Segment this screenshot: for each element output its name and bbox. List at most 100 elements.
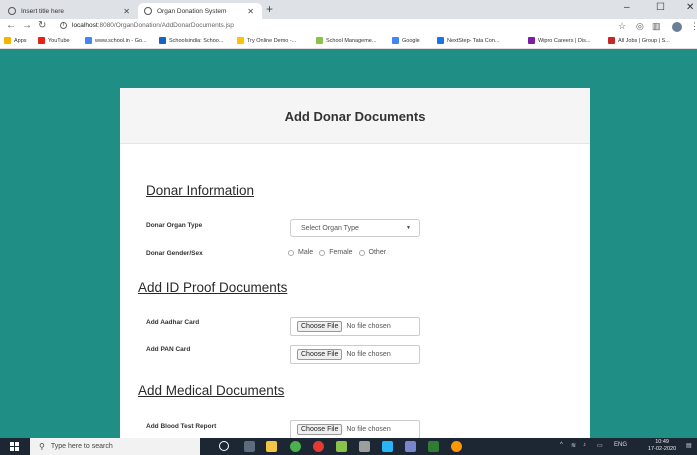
nextstep-icon xyxy=(437,37,444,44)
blood-test-file-input[interactable]: Choose File No file chosen xyxy=(290,420,420,439)
gender-label: Donar Gender/Sex xyxy=(146,250,203,257)
google-icon xyxy=(85,37,92,44)
browser-tab-bar: Insert title here ✕ Organ Donation Syste… xyxy=(0,0,697,19)
app-icon[interactable] xyxy=(451,441,462,452)
cortana-icon[interactable] xyxy=(219,441,229,451)
url-host: localhost xyxy=(72,22,98,29)
forward-icon[interactable]: → xyxy=(22,20,32,31)
tab-insert-title[interactable]: Insert title here ✕ xyxy=(2,3,138,19)
file-status: No file chosen xyxy=(346,323,391,330)
bookmark-label: Wipro Careers | Dis... xyxy=(538,37,591,44)
apps-grid-icon xyxy=(4,37,11,44)
demo-icon xyxy=(237,37,244,44)
radio-circle[interactable] xyxy=(288,249,294,256)
bookmark-label: www.school.in - Go... xyxy=(95,37,147,44)
bookmark-label: Try Online Demo -... xyxy=(247,37,297,44)
opera-icon[interactable] xyxy=(313,441,324,452)
schoolsindia-icon xyxy=(159,37,166,44)
close-window-icon[interactable]: ✕ xyxy=(686,2,694,13)
tab-label: Insert title here xyxy=(21,7,64,15)
bookmark-school-management[interactable]: School Manageme... xyxy=(316,37,376,44)
app-icon[interactable] xyxy=(359,441,370,452)
gender-other-radio[interactable]: Other xyxy=(358,249,387,256)
radio-circle[interactable] xyxy=(319,249,326,256)
chevron-down-icon: ▼ xyxy=(406,225,411,231)
bookmark-apps[interactable]: Apps xyxy=(4,37,27,44)
bookmark-demo[interactable]: Try Online Demo -... xyxy=(237,37,296,44)
maximize-icon[interactable]: ☐ xyxy=(656,2,665,13)
clock-time: 10:49 xyxy=(655,439,669,445)
search-placeholder: Type here to search xyxy=(50,443,113,450)
back-icon[interactable]: ← xyxy=(6,20,16,31)
tab-label: Organ Donation System xyxy=(157,7,227,15)
gender-male-radio[interactable]: Male xyxy=(288,249,313,256)
new-tab-button[interactable]: + xyxy=(266,2,273,16)
aadhar-file-input[interactable]: Choose File No file chosen xyxy=(290,317,420,336)
bookmark-label: Apps xyxy=(14,37,27,44)
google-icon xyxy=(392,37,399,44)
task-view-icon[interactable] xyxy=(244,441,255,452)
notifications-icon[interactable]: ▤ xyxy=(686,442,692,449)
radio-circle[interactable] xyxy=(358,249,365,256)
close-tab-icon[interactable]: ✕ xyxy=(247,7,254,16)
star-icon[interactable]: ☆ xyxy=(618,21,626,32)
bookmark-label: YouTube xyxy=(48,37,70,44)
choose-file-button[interactable]: Choose File xyxy=(297,424,343,435)
gender-female-radio[interactable]: Female xyxy=(319,249,353,256)
network-icon[interactable]: ≋ xyxy=(571,442,576,449)
globe-icon xyxy=(8,7,16,15)
app-icon[interactable] xyxy=(336,441,347,452)
extension-icon[interactable]: ▥ xyxy=(652,21,661,32)
taskbar-clock[interactable]: 10:49 17-02-2020 xyxy=(648,439,676,453)
excel-icon[interactable] xyxy=(428,441,439,452)
windows-start-icon[interactable] xyxy=(10,442,19,451)
reload-icon[interactable]: ↻ xyxy=(38,20,46,31)
file-explorer-icon[interactable] xyxy=(266,441,277,452)
blood-test-label: Add Blood Test Report xyxy=(146,423,217,430)
minimize-icon[interactable]: – xyxy=(624,2,630,13)
bookmark-label: NextStep- Tata Con... xyxy=(447,37,500,44)
url-field[interactable]: i localhost:8080/OrganDonation/AddDonarD… xyxy=(60,22,234,29)
url-path: :8080/OrganDonation/AddDonarDocuments.js… xyxy=(97,22,234,29)
tab-organ-donation[interactable]: Organ Donation System ✕ xyxy=(138,3,262,19)
file-status: No file chosen xyxy=(346,351,391,358)
file-status: No file chosen xyxy=(346,426,391,433)
search-icon: ⚲ xyxy=(39,442,45,451)
close-tab-icon[interactable]: ✕ xyxy=(123,7,130,16)
bookmark-label: All Jobs | Group | S... xyxy=(618,37,670,44)
extension-icon[interactable]: ◎ xyxy=(636,21,644,32)
bookmark-all-jobs[interactable]: All Jobs | Group | S... xyxy=(608,37,670,44)
app-icon[interactable] xyxy=(382,441,393,452)
choose-file-button[interactable]: Choose File xyxy=(297,321,343,332)
bookmark-google[interactable]: Google xyxy=(392,37,420,44)
bookmark-schoolsindia[interactable]: Schoolsindia: Schoo... xyxy=(159,37,223,44)
radio-label: Female xyxy=(329,249,353,256)
choose-file-button[interactable]: Choose File xyxy=(297,349,343,360)
radio-label: Other xyxy=(368,249,387,256)
globe-icon xyxy=(144,7,152,15)
taskbar-search[interactable]: ⚲ Type here to search xyxy=(30,438,200,455)
page-title: Add Donar Documents xyxy=(284,108,426,124)
donar-documents-card: Add Donar Documents Donar Information Do… xyxy=(120,88,590,439)
organ-type-label: Donar Organ Type xyxy=(146,222,203,229)
bookmark-wipro[interactable]: Wipro Careers | Dis... xyxy=(528,37,590,44)
bookmark-youtube[interactable]: YouTube xyxy=(38,37,70,44)
volume-icon[interactable]: ♪ xyxy=(583,442,586,448)
bookmark-nextstep[interactable]: NextStep- Tata Con... xyxy=(437,37,499,44)
bookmark-label: School Manageme... xyxy=(326,37,377,44)
info-icon[interactable]: i xyxy=(60,22,67,29)
organ-type-select[interactable]: Select Organ Type ▼ xyxy=(290,219,420,237)
radio-label: Male xyxy=(298,249,314,256)
battery-icon[interactable]: ▭ xyxy=(597,442,603,449)
menu-icon[interactable]: ⋮ xyxy=(690,21,697,32)
bookmark-label: Schoolsindia: Schoo... xyxy=(169,37,224,44)
pan-file-input[interactable]: Choose File No file chosen xyxy=(290,345,420,364)
app-icon[interactable] xyxy=(405,441,416,452)
address-bar: ← → ↻ i localhost:8080/OrganDonation/Add… xyxy=(0,19,697,35)
pan-label: Add PAN Card xyxy=(146,346,191,353)
language-indicator[interactable]: ENG xyxy=(614,442,627,448)
tray-arrow-icon[interactable]: ^ xyxy=(560,442,563,448)
bookmark-school[interactable]: www.school.in - Go... xyxy=(85,37,147,44)
chrome-icon[interactable] xyxy=(290,441,301,452)
profile-avatar[interactable] xyxy=(672,22,682,32)
